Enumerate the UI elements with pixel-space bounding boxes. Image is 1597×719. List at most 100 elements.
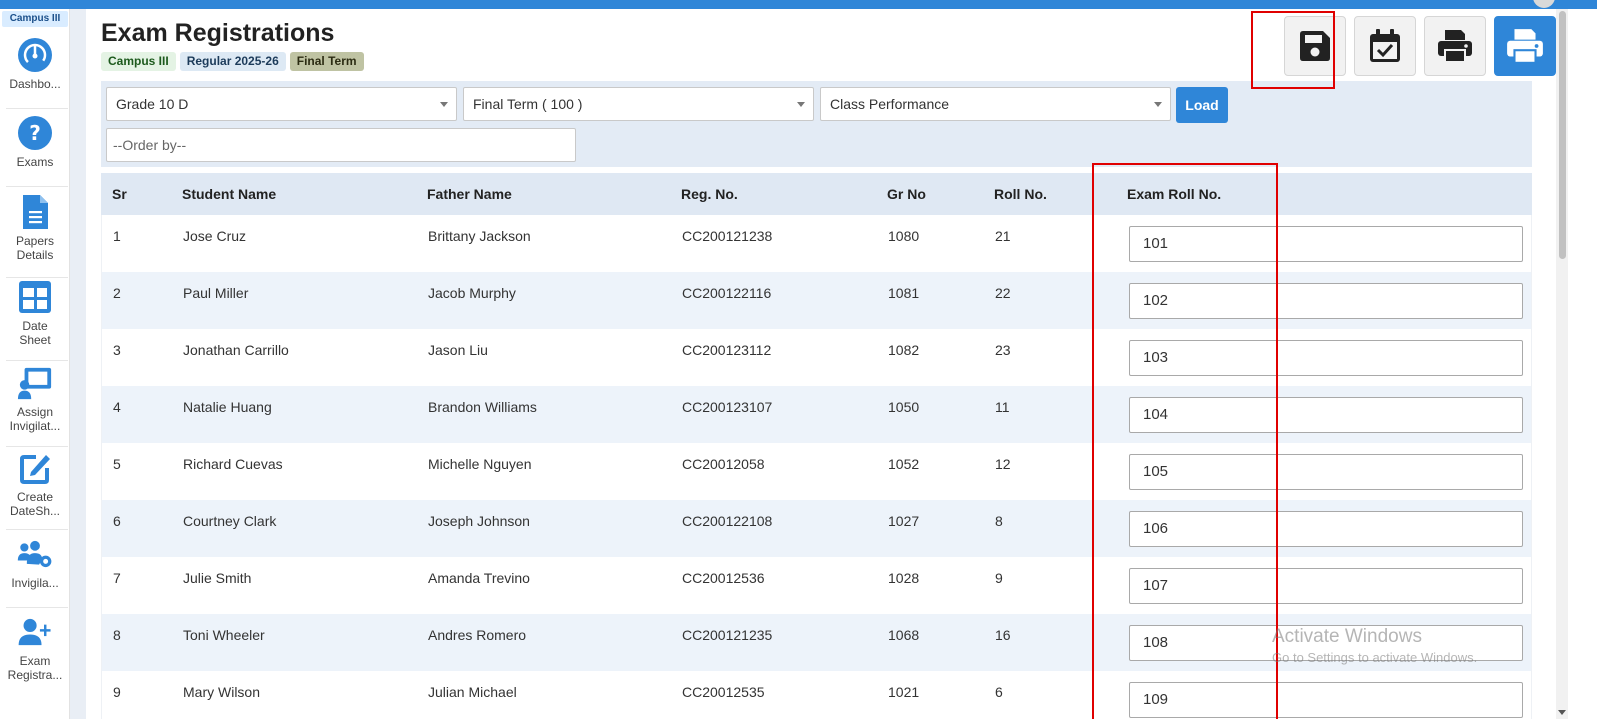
order-by-input[interactable]: --Order by--	[106, 128, 576, 162]
sidebar-item-date-sheet[interactable]: Date Sheet	[0, 279, 70, 347]
cell-gr-no: 1052	[888, 456, 920, 472]
sidebar-item-papers-details[interactable]: Papers Details	[0, 194, 70, 262]
cell-father-name: Julian Michael	[428, 684, 517, 700]
cell-gr-no: 1050	[888, 399, 920, 415]
chip-campus: Campus III	[101, 52, 176, 71]
cell-roll-no: 21	[995, 228, 1011, 244]
cell-reg-no: CC20012536	[682, 570, 765, 586]
cell-gr-no: 1080	[888, 228, 920, 244]
cell-student-name: Jonathan Carrillo	[183, 342, 289, 358]
question-circle-icon: ?	[17, 115, 53, 151]
term-select-value: Final Term ( 100 )	[473, 96, 583, 112]
user-plus-icon	[17, 614, 53, 650]
table-row: 7 Julie Smith Amanda Trevino CC20012536 …	[101, 557, 1532, 614]
top-accent-bar	[0, 0, 1597, 9]
presenter-board-icon	[17, 365, 53, 401]
header-gr-no: Gr No	[887, 186, 926, 202]
cell-father-name: Brandon Williams	[428, 399, 537, 415]
scroll-down-icon[interactable]	[1558, 710, 1566, 715]
watermark-line-2: Go to Settings to activate Windows.	[1272, 650, 1478, 665]
cell-student-name: Courtney Clark	[183, 513, 277, 529]
context-chips: Campus III Regular 2025-26 Final Term	[101, 52, 364, 71]
cell-student-name: Richard Cuevas	[183, 456, 283, 472]
cell-sr: 6	[113, 513, 121, 529]
header-student-name: Student Name	[182, 186, 277, 202]
sidebar-item-invigilators[interactable]: Invigila...	[0, 536, 70, 590]
header-sr: Sr	[112, 186, 127, 202]
table-row: 1 Jose Cruz Brittany Jackson CC200121238…	[101, 215, 1532, 272]
cell-reg-no: CC200123112	[682, 342, 772, 358]
cell-roll-no: 9	[995, 570, 1003, 586]
term-select[interactable]: Final Term ( 100 )	[463, 87, 814, 121]
divider	[6, 108, 68, 109]
table-row: 4 Natalie Huang Brandon Williams CC20012…	[101, 386, 1532, 443]
print-button[interactable]	[1424, 16, 1486, 76]
activate-windows-watermark: Activate Windows Go to Settings to activ…	[1272, 626, 1477, 665]
printer-icon	[1438, 30, 1472, 63]
grid-table-icon	[17, 279, 53, 315]
sidebar-item-exams[interactable]: ? Exams	[0, 115, 70, 169]
divider	[6, 446, 68, 447]
load-button[interactable]: Load	[1176, 87, 1228, 123]
dashboard-gauge-icon	[17, 37, 53, 73]
cell-reg-no: CC200122116	[682, 285, 772, 301]
cell-sr: 7	[113, 570, 121, 586]
sidebar-item-dashboard[interactable]: Dashbo...	[0, 37, 70, 91]
cell-sr: 4	[113, 399, 121, 415]
table-header: Sr Student Name Father Name Reg. No. Gr …	[101, 173, 1532, 215]
divider	[6, 186, 68, 187]
table-row: 9 Mary Wilson Julian Michael CC20012535 …	[101, 671, 1532, 719]
divider	[6, 607, 68, 608]
sidebar-item-label: Date Sheet	[19, 319, 51, 347]
cell-student-name: Julie Smith	[183, 570, 252, 586]
cell-father-name: Brittany Jackson	[428, 228, 531, 244]
cell-gr-no: 1028	[888, 570, 920, 586]
page-scrollbar[interactable]	[1556, 9, 1568, 719]
sidebar-item-label: Exam Registra...	[7, 654, 63, 682]
cell-reg-no: CC200121238	[682, 228, 773, 244]
table-row: 3 Jonathan Carrillo Jason Liu CC20012311…	[101, 329, 1532, 386]
highlight-save-box	[1251, 11, 1335, 89]
cell-student-name: Toni Wheeler	[183, 627, 265, 643]
cell-roll-no: 16	[995, 627, 1011, 643]
user-avatar[interactable]	[1533, 0, 1555, 8]
cell-student-name: Mary Wilson	[183, 684, 261, 700]
cell-reg-no: CC200122108	[682, 513, 773, 529]
sidebar-item-label: Invigila...	[11, 576, 59, 590]
table-row: 5 Richard Cuevas Michelle Nguyen CC20012…	[101, 443, 1532, 500]
edit-pencil-icon	[17, 450, 53, 486]
class-select[interactable]: Grade 10 D	[106, 87, 457, 121]
class-select-value: Grade 10 D	[116, 96, 189, 112]
calendar-check-button[interactable]	[1354, 16, 1416, 76]
filter-panel: Grade 10 D Final Term ( 100 ) Class Perf…	[101, 81, 1532, 167]
cell-father-name: Jason Liu	[428, 342, 488, 358]
printer-icon	[1507, 29, 1543, 64]
divider	[6, 529, 68, 530]
cell-gr-no: 1021	[888, 684, 920, 700]
divider	[6, 360, 68, 361]
cell-gr-no: 1082	[888, 342, 920, 358]
print-primary-button[interactable]	[1494, 16, 1556, 76]
cell-student-name: Paul Miller	[183, 285, 249, 301]
sidebar-item-exam-registrations[interactable]: Exam Registra...	[0, 614, 70, 682]
table-row: 2 Paul Miller Jacob Murphy CC200122116 1…	[101, 272, 1532, 329]
cell-roll-no: 23	[995, 342, 1011, 358]
cell-reg-no: CC200121235	[682, 627, 773, 643]
cell-roll-no: 8	[995, 513, 1003, 529]
sidebar-item-label: Assign Invigilat...	[9, 405, 61, 433]
cell-father-name: Michelle Nguyen	[428, 456, 532, 472]
report-select[interactable]: Class Performance	[820, 87, 1171, 121]
highlight-exam-roll-column	[1092, 163, 1278, 719]
cell-sr: 3	[113, 342, 121, 358]
cell-father-name: Jacob Murphy	[428, 285, 516, 301]
cell-sr: 1	[113, 228, 121, 244]
sidebar-item-assign-invigilator[interactable]: Assign Invigilat...	[0, 365, 70, 433]
header-father-name: Father Name	[427, 186, 512, 202]
header-roll-no: Roll No.	[994, 186, 1047, 202]
cell-gr-no: 1068	[888, 627, 920, 643]
scrollbar-thumb[interactable]	[1559, 11, 1566, 259]
cell-roll-no: 6	[995, 684, 1003, 700]
users-gear-icon	[17, 536, 53, 572]
campus-tag: Campus III	[2, 11, 68, 27]
sidebar-item-create-datesheet[interactable]: Create DateSh...	[0, 450, 70, 518]
